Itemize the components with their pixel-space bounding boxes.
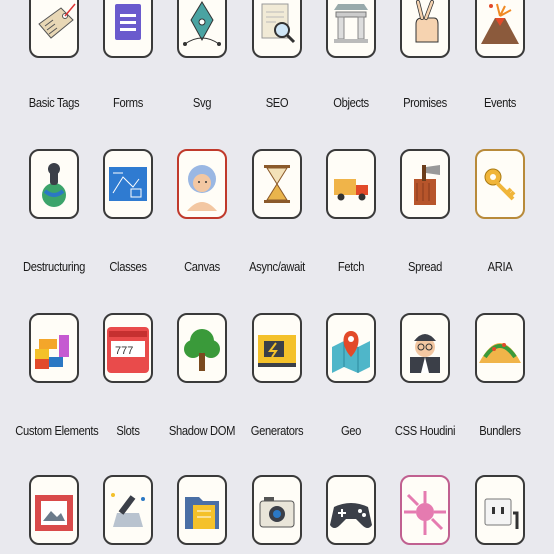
- lesson-label[interactable]: Generators: [238, 423, 315, 438]
- lesson-tile[interactable]: [29, 313, 79, 383]
- picture-frame-icon: [35, 495, 73, 531]
- lesson-label[interactable]: Fetch: [312, 259, 389, 274]
- lesson-tile[interactable]: [177, 0, 227, 58]
- folder-icon: [185, 497, 219, 529]
- svg-text:777: 777: [115, 345, 133, 357]
- lesson-label[interactable]: SEO: [238, 95, 315, 110]
- telescope-icon: [111, 493, 145, 527]
- lesson-tile[interactable]: [252, 313, 302, 383]
- tree-icon: [184, 329, 220, 371]
- lesson-tile[interactable]: [103, 149, 153, 219]
- lesson-tile[interactable]: [177, 313, 227, 383]
- lesson-label[interactable]: Forms: [89, 95, 166, 110]
- lesson-label[interactable]: Geo: [312, 423, 389, 438]
- lesson-tile[interactable]: [252, 0, 302, 58]
- lesson-tile[interactable]: [326, 0, 376, 58]
- lesson-label[interactable]: Events: [461, 95, 538, 110]
- lesson-label[interactable]: Objects: [312, 95, 389, 110]
- lesson-label[interactable]: Promises: [386, 95, 463, 110]
- lesson-tile[interactable]: [326, 149, 376, 219]
- lego-blocks-icon: [35, 335, 69, 369]
- price-tag-icon: [38, 3, 76, 39]
- lesson-tile[interactable]: [475, 475, 525, 545]
- lesson-tile[interactable]: [400, 149, 450, 219]
- lesson-label[interactable]: Svg: [163, 95, 240, 110]
- lesson-tile[interactable]: [475, 149, 525, 219]
- lesson-tile[interactable]: [29, 149, 79, 219]
- lesson-label[interactable]: Slots: [89, 423, 166, 438]
- lesson-label[interactable]: Spread: [386, 259, 463, 274]
- lesson-tile[interactable]: [252, 149, 302, 219]
- lesson-label[interactable]: Shadow DOM: [163, 423, 240, 438]
- lesson-label[interactable]: Canvas: [163, 259, 240, 274]
- explosion-globe-icon: [42, 163, 66, 207]
- blueprint-icon: [109, 167, 147, 201]
- lesson-tile[interactable]: [475, 313, 525, 383]
- key-icon: [484, 168, 516, 201]
- lesson-tile[interactable]: [400, 0, 450, 58]
- slot-machine-icon: 777: [107, 327, 149, 373]
- lesson-label[interactable]: Basic Tags: [15, 95, 92, 110]
- lesson-tile[interactable]: 777: [103, 313, 153, 383]
- lesson-label[interactable]: Classes: [89, 259, 166, 274]
- pen-nib-icon: [183, 1, 221, 46]
- columns-icon: [334, 4, 368, 43]
- axe-stump-icon: [414, 165, 440, 205]
- lesson-tile[interactable]: [326, 475, 376, 545]
- form-document-icon: [115, 4, 141, 40]
- lesson-tile[interactable]: [252, 475, 302, 545]
- lesson-label[interactable]: Destructuring: [15, 259, 92, 274]
- lesson-tile[interactable]: [475, 0, 525, 58]
- lesson-label[interactable]: Custom Elements: [15, 423, 98, 438]
- lesson-tile[interactable]: [177, 149, 227, 219]
- lesson-label[interactable]: Bundlers: [461, 423, 538, 438]
- lesson-tile[interactable]: [103, 475, 153, 545]
- magician-icon: [410, 334, 440, 373]
- expand-arrows-icon: [404, 491, 446, 535]
- portrait-icon: [187, 165, 217, 211]
- hourglass-icon: [264, 165, 290, 203]
- lesson-tile[interactable]: [400, 313, 450, 383]
- lesson-label[interactable]: Async/await: [238, 259, 315, 274]
- lesson-tile[interactable]: [29, 0, 79, 58]
- lesson-label[interactable]: CSS Houdini: [386, 423, 463, 438]
- map-pin-icon: [332, 331, 370, 373]
- lesson-tile[interactable]: [177, 475, 227, 545]
- gamepad-icon: [330, 503, 372, 528]
- lesson-tile[interactable]: [103, 0, 153, 58]
- taco-icon: [479, 343, 521, 363]
- camera-icon: [259, 497, 295, 528]
- crossed-fingers-icon: [415, 0, 439, 43]
- lesson-tile[interactable]: [326, 313, 376, 383]
- power-outlet-icon: [484, 498, 519, 529]
- delivery-truck-icon: [334, 179, 368, 201]
- search-document-icon: [261, 3, 296, 44]
- generator-icon: [258, 335, 296, 367]
- lesson-tile[interactable]: [400, 475, 450, 545]
- lesson-tile[interactable]: [29, 475, 79, 545]
- lesson-label[interactable]: ARIA: [461, 259, 538, 274]
- volcano-icon: [481, 3, 519, 44]
